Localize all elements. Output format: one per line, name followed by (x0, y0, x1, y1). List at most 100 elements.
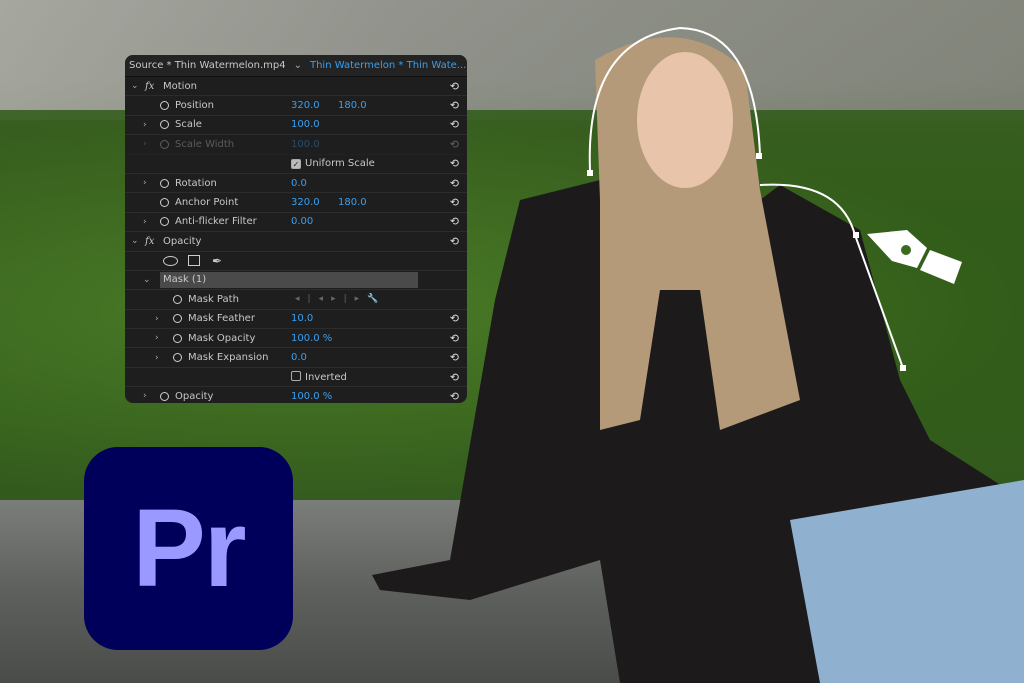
property-row-motion: ⌄ fx Motion ⟲ (125, 77, 467, 97)
reset-icon[interactable]: ⟲ (450, 157, 459, 170)
value-field[interactable]: 0.0 (291, 352, 307, 363)
reset-icon[interactable]: ⟲ (450, 177, 459, 190)
value-field[interactable]: 320.0 (291, 100, 320, 111)
property-label: Mask Feather (188, 313, 255, 325)
property-label: Anchor Point (175, 197, 239, 209)
reset-icon[interactable]: ⟲ (450, 118, 459, 131)
checkbox[interactable]: ✓ (291, 159, 301, 170)
stopwatch-icon[interactable] (173, 353, 182, 363)
chevron-right-icon[interactable]: › (143, 178, 147, 188)
reset-icon[interactable]: ⟲ (450, 235, 459, 248)
value-field[interactable]: 100.0 (291, 119, 320, 130)
property-row-mask-feather: › Mask Feather 10.0 ⟲ (125, 310, 467, 330)
stopwatch-icon[interactable] (160, 391, 169, 401)
rectangle-mask-icon[interactable] (188, 255, 200, 267)
property-label: Position (175, 100, 214, 112)
property-row-mask-opacity: › Mask Opacity 100.0 % ⟲ (125, 329, 467, 349)
stopwatch-icon[interactable] (173, 294, 182, 304)
stopwatch-icon[interactable] (173, 333, 182, 343)
checkbox-label[interactable]: Inverted (291, 371, 347, 383)
value-field[interactable]: 0.0 (291, 178, 307, 189)
chevron-right-icon[interactable]: › (143, 139, 147, 149)
fx-icon: fx (145, 80, 155, 92)
mask-tools-row: ✒ (125, 252, 467, 271)
mask-header[interactable]: Mask (1) (160, 272, 418, 289)
property-label: Mask Path (188, 293, 239, 305)
reset-icon[interactable]: ⟲ (450, 99, 459, 112)
pen-mask-icon[interactable]: ✒ (212, 254, 222, 268)
pen-tool-icon (867, 230, 962, 284)
value-field-2[interactable]: 180.0 (338, 197, 367, 208)
label: Uniform Scale (305, 158, 375, 170)
stopwatch-icon[interactable] (160, 139, 169, 149)
property-label: Rotation (175, 177, 217, 189)
reset-icon[interactable]: ⟲ (450, 332, 459, 345)
property-label: Scale Width (175, 138, 235, 150)
property-row-opacity: ⌄ fx Opacity ⟲ (125, 232, 467, 252)
stopwatch-icon[interactable] (160, 120, 169, 130)
reset-icon[interactable]: ⟲ (450, 351, 459, 364)
reset-icon[interactable]: ⟲ (450, 215, 459, 228)
value-field-2[interactable]: 180.0 (338, 100, 367, 111)
logo-text: Pr (132, 487, 246, 610)
value-field[interactable]: 10.0 (291, 313, 313, 324)
effect-rows: ⌄ fx Motion ⟲ Position 320.0 180.0 ⟲ › Scale 100.0… (125, 77, 467, 403)
checkbox[interactable] (291, 371, 301, 382)
property-row-mask-expansion: › Mask Expansion 0.0 ⟲ (125, 348, 467, 368)
reset-icon[interactable]: ⟲ (450, 390, 459, 403)
chevron-down-icon[interactable]: ⌄ (131, 81, 139, 91)
property-row-scale: › Scale 100.0 ⟲ (125, 116, 467, 136)
stopwatch-icon[interactable] (173, 314, 182, 324)
chevron-right-icon[interactable]: › (143, 391, 147, 401)
premiere-pro-logo: Pr (84, 447, 293, 650)
fx-icon: fx (145, 235, 155, 247)
chevron-right-icon[interactable]: › (143, 120, 147, 130)
reset-icon[interactable]: ⟲ (450, 196, 459, 209)
property-row-rotation: › Rotation 0.0 ⟲ (125, 174, 467, 194)
reset-icon[interactable]: ⟲ (450, 138, 459, 151)
reset-icon[interactable]: ⟲ (450, 371, 459, 384)
stopwatch-icon[interactable] (160, 101, 169, 111)
reset-icon[interactable]: ⟲ (450, 312, 459, 325)
panel-tabs: Source * Thin Watermelon.mp4 ⌄ Thin Wate… (125, 55, 467, 77)
property-row-mask-1-: ⌄ Mask (1) (125, 271, 467, 291)
label: Inverted (305, 372, 347, 384)
value-field[interactable]: 100.0 % (291, 391, 332, 402)
value-field[interactable]: 100.0 (291, 139, 320, 150)
tab-source[interactable]: Source * Thin Watermelon.mp4 (125, 60, 290, 71)
chevron-right-icon[interactable]: › (155, 333, 159, 343)
chevron-down-icon[interactable]: ⌄ (143, 275, 151, 285)
property-row-anti-flicker-filter: › Anti-flicker Filter 0.00 ⟲ (125, 213, 467, 233)
value-field[interactable]: 0.00 (291, 216, 313, 227)
property-row-uniform-scale: ✓ Uniform Scale ⟲ (125, 155, 467, 174)
value-field[interactable]: 100.0 % (291, 333, 332, 344)
reset-icon[interactable]: ⟲ (450, 80, 459, 93)
effect-controls-panel: Source * Thin Watermelon.mp4 ⌄ Thin Wate… (125, 55, 467, 403)
stopwatch-icon[interactable] (160, 198, 169, 208)
property-row-scale-width: › Scale Width 100.0 ⟲ (125, 135, 467, 155)
property-label: Motion (163, 80, 197, 92)
value-field[interactable]: 320.0 (291, 197, 320, 208)
chevron-right-icon[interactable]: › (143, 217, 147, 227)
stopwatch-icon[interactable] (160, 217, 169, 227)
property-label: Mask Opacity (188, 332, 256, 344)
property-row-inverted: Inverted ⟲ (125, 368, 467, 388)
chevron-down-icon[interactable]: ⌄ (131, 236, 139, 246)
checkbox-label[interactable]: ✓ Uniform Scale (291, 158, 375, 170)
property-row-position: Position 320.0 180.0 ⟲ (125, 96, 467, 116)
tab-sequence[interactable]: Thin Watermelon * Thin Wate... (306, 60, 467, 71)
stopwatch-icon[interactable] (160, 178, 169, 188)
property-label: Opacity (163, 235, 202, 247)
chevron-right-icon[interactable]: › (155, 353, 159, 363)
chevron-right-icon[interactable]: › (155, 314, 159, 324)
keyframe-controls[interactable]: ◂|◂▸|▸🔧 (295, 294, 386, 304)
property-row-opacity: › Opacity 100.0 % ⟲ (125, 387, 467, 403)
property-row-mask-path: Mask Path ◂|◂▸|▸🔧 (125, 290, 467, 310)
property-row-anchor-point: Anchor Point 320.0 180.0 ⟲ (125, 193, 467, 213)
chevron-down-icon[interactable]: ⌄ (290, 60, 306, 71)
ellipse-mask-icon[interactable] (163, 255, 178, 266)
property-label: Anti-flicker Filter (175, 216, 257, 228)
property-label: Scale (175, 119, 202, 131)
property-label: Mask Expansion (188, 352, 269, 364)
property-label: Opacity (175, 390, 214, 402)
